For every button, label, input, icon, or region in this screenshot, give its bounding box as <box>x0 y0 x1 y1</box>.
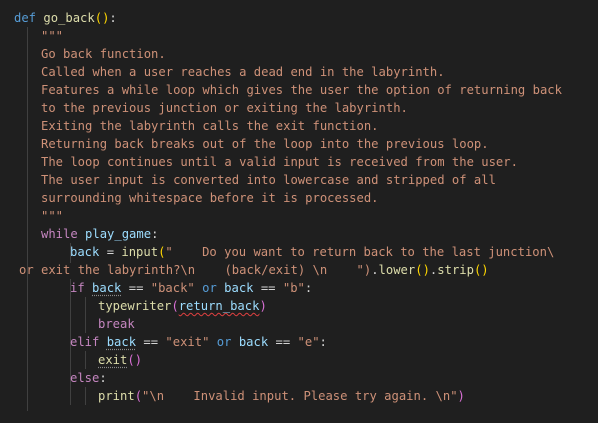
function-name: go_back <box>43 11 95 25</box>
docstring-text: The user input is converted into lowerca… <box>41 173 496 187</box>
docstring-text: Exiting the labyrinth calls the exit fun… <box>41 119 379 133</box>
string-literal: " Do you want to return back to the last… <box>165 245 555 259</box>
variable: back <box>70 245 100 259</box>
variable: back <box>238 335 269 349</box>
docstring-line[interactable]: The loop continues until a valid input i… <box>41 153 598 171</box>
code-line[interactable]: while play_game: <box>41 225 598 243</box>
keyword: def <box>14 11 37 25</box>
code-line[interactable]: else: <box>70 369 598 387</box>
operator: = <box>99 245 122 259</box>
method-call: lower <box>378 263 416 277</box>
code-line[interactable]: back = input(" Do you want to return bac… <box>70 243 598 261</box>
keyword: or <box>209 335 239 349</box>
variable: back <box>106 335 137 349</box>
paren: ( <box>134 389 143 403</box>
docstring-line[interactable]: """ <box>41 27 598 45</box>
code-line[interactable]: exit() <box>98 351 598 369</box>
indent-guide <box>85 297 86 333</box>
paren: () <box>127 353 143 367</box>
code-editor[interactable]: def go_back(): """ Go back function. Cal… <box>0 0 598 423</box>
docstring-text: The loop continues until a valid input i… <box>41 155 518 169</box>
paren: ( <box>171 299 179 313</box>
paren: () <box>415 263 430 277</box>
docstring-line[interactable]: """ <box>41 207 598 225</box>
operator: == <box>136 335 166 349</box>
keyword: or <box>194 281 225 295</box>
operator: == <box>268 335 298 349</box>
keyword: break <box>98 317 135 331</box>
docstring-line[interactable]: Returning back breaks out of the loop in… <box>41 135 598 153</box>
method-call: strip <box>437 263 474 277</box>
docstring-line[interactable]: Features a while loop which gives the us… <box>41 81 598 99</box>
indent-guide <box>85 387 86 405</box>
docstring-text: to the previous junction or exiting the … <box>41 101 408 115</box>
docstring-text: Called when a user reaches a dead end in… <box>41 65 445 79</box>
string-literal: or exit the labyrinth?\n (back/exit) \n … <box>19 263 372 277</box>
function-call: print <box>98 389 135 403</box>
code-line[interactable]: def go_back(): <box>14 9 598 27</box>
paren: ) <box>259 299 267 313</box>
function-call: input <box>121 245 159 259</box>
operator: == <box>253 281 283 295</box>
colon: : <box>109 11 117 25</box>
docstring-line[interactable]: surrounding whitespace before it is proc… <box>41 189 598 207</box>
code-line[interactable]: break <box>98 315 598 333</box>
colon: : <box>99 371 107 385</box>
string-literal: "exit" <box>165 335 210 349</box>
keyword: if <box>70 281 85 295</box>
code-line[interactable]: elif back == "exit" or back == "e": <box>70 333 598 351</box>
code-line[interactable]: print("\n Invalid input. Please try agai… <box>98 387 598 405</box>
variable: back <box>224 281 254 295</box>
docstring-text: Features a while loop which gives the us… <box>41 83 562 97</box>
docstring-line[interactable]: to the previous junction or exiting the … <box>41 99 598 117</box>
function-call: typewriter <box>98 299 172 313</box>
variable: play_game <box>85 227 152 241</box>
argument: return_back <box>178 299 260 313</box>
indent-guide <box>85 351 86 369</box>
operator: == <box>121 281 151 295</box>
docstring-text: """ <box>41 209 64 223</box>
docstring-text: Returning back breaks out of the loop in… <box>41 137 489 151</box>
code-line-wrapped[interactable]: or exit the labyrinth?\n (back/exit) \n … <box>19 261 598 279</box>
keyword: else <box>70 371 100 385</box>
string-literal: "b" <box>282 281 305 295</box>
docstring-line[interactable]: The user input is converted into lowerca… <box>41 171 598 189</box>
keyword: while <box>41 227 78 241</box>
indent-guide <box>27 27 28 411</box>
colon: : <box>151 227 159 241</box>
dot: . <box>371 263 379 277</box>
docstring-text: Go back function. <box>41 47 166 61</box>
string-literal: "back" <box>150 281 195 295</box>
keyword: elif <box>70 335 100 349</box>
string-literal: "e" <box>297 335 320 349</box>
docstring-text: surrounding whitespace before it is proc… <box>41 191 379 205</box>
docstring-line[interactable]: Go back function. <box>41 45 598 63</box>
paren: ) <box>457 389 465 403</box>
colon: : <box>304 281 313 295</box>
code-line[interactable]: if back == "back" or back == "b": <box>70 279 598 297</box>
function-call: exit <box>98 353 128 367</box>
docstring-line[interactable]: Exiting the labyrinth calls the exit fun… <box>41 117 598 135</box>
paren: () <box>473 263 489 277</box>
docstring-text: """ <box>41 29 64 43</box>
paren: ( <box>94 11 103 25</box>
string-literal: "\n Invalid input. Please try again. \n" <box>142 389 458 403</box>
docstring-line[interactable]: Called when a user reaches a dead end in… <box>41 63 598 81</box>
code-line[interactable]: typewriter(return_back) <box>98 297 598 315</box>
colon: : <box>319 335 327 349</box>
variable: back <box>92 281 122 295</box>
